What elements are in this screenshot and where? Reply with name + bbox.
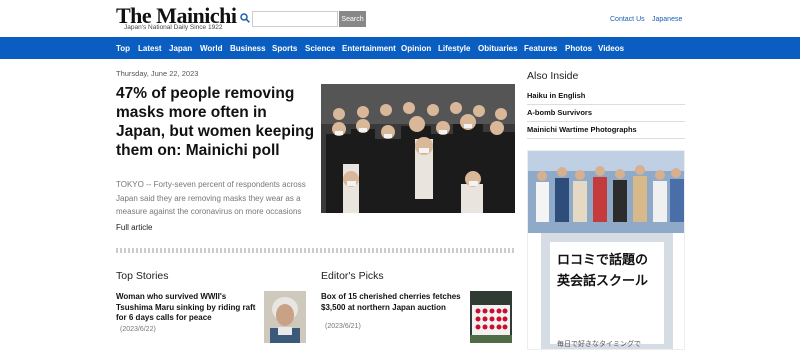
ad-headline-line1: ロコミで話題の <box>557 252 649 267</box>
nav-item-japan[interactable]: Japan <box>169 44 192 53</box>
main-nav: Top Latest Japan World Business Sports S… <box>0 37 800 59</box>
site-header: The Mainichi Japan's National Daily Sinc… <box>0 0 800 37</box>
crowd-photo-image <box>321 84 515 213</box>
also-inside-title: Also Inside <box>527 70 579 82</box>
lead-photo[interactable] <box>321 84 515 213</box>
top-story-date: (2023/6/22) <box>120 326 156 333</box>
also-inside-divider <box>527 121 685 122</box>
top-story-thumbnail[interactable] <box>264 291 306 343</box>
contact-us-link[interactable]: Contact Us <box>610 16 645 23</box>
search-button[interactable]: Search <box>339 11 366 27</box>
top-stories-title: Top Stories <box>116 270 169 282</box>
nav-item-obituaries[interactable]: Obituaries <box>478 44 518 53</box>
also-inside-divider <box>527 138 685 139</box>
advertisement[interactable]: ロコミで話題の 英会話スクール 毎日で好きなタイミングで <box>527 150 685 350</box>
nav-item-videos[interactable]: Videos <box>598 44 624 53</box>
editors-pick-date: (2023/6/21) <box>325 323 361 330</box>
nav-item-features[interactable]: Features <box>524 44 557 53</box>
portrait-photo-image <box>264 291 306 343</box>
nav-item-photos[interactable]: Photos <box>565 44 592 53</box>
nav-item-sports[interactable]: Sports <box>272 44 297 53</box>
lead-headline[interactable]: 47% of people removing masks more often … <box>116 84 316 160</box>
search-input[interactable] <box>252 11 338 27</box>
ad-headline-line2: 英会話スクール <box>557 273 649 288</box>
also-inside-divider <box>527 104 685 105</box>
top-story-headline[interactable]: Woman who survived WWII's Tsushima Maru … <box>116 292 256 324</box>
article-date: Thursday, June 22, 2023 <box>116 69 199 78</box>
full-article-link[interactable]: Full article <box>116 223 152 232</box>
also-inside-haiku[interactable]: Haiku in English <box>527 91 685 100</box>
also-inside-a-bomb[interactable]: A-bomb Survivors <box>527 108 685 117</box>
nav-item-latest[interactable]: Latest <box>138 44 162 53</box>
also-inside-wartime-photos[interactable]: Mainichi Wartime Photographs <box>527 125 685 134</box>
nav-item-opinion[interactable]: Opinion <box>401 44 431 53</box>
japanese-link[interactable]: Japanese <box>652 16 682 23</box>
nav-item-entertainment[interactable]: Entertainment <box>342 44 396 53</box>
ad-text-panel: ロコミで話題の 英会話スクール 毎日で好きなタイミングで <box>541 233 673 349</box>
editors-pick-headline[interactable]: Box of 15 cherished cherries fetches $3,… <box>321 292 461 313</box>
editors-picks-title: Editor's Picks <box>321 270 384 282</box>
search-icon <box>240 13 250 23</box>
nav-item-top[interactable]: Top <box>116 44 130 53</box>
ad-group-photo-image <box>528 151 684 233</box>
nav-item-science[interactable]: Science <box>305 44 335 53</box>
nav-item-business[interactable]: Business <box>230 44 266 53</box>
nav-item-world[interactable]: World <box>200 44 223 53</box>
cherries-photo-image <box>470 291 512 343</box>
lead-summary: TOKYO -- Forty-seven percent of responde… <box>116 180 306 216</box>
site-tagline: Japan's National Daily Since 1922 <box>124 24 223 31</box>
editors-pick-thumbnail[interactable] <box>470 291 512 343</box>
section-divider <box>116 248 515 253</box>
nav-item-lifestyle[interactable]: Lifestyle <box>438 44 470 53</box>
ad-subtext: 毎日で好きなタイミングで <box>557 341 641 348</box>
